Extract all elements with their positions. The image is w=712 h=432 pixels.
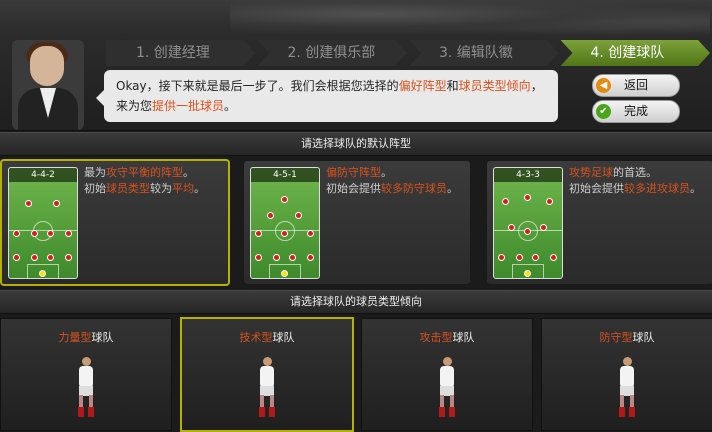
player-figure-icon xyxy=(252,357,282,419)
player-figure-icon xyxy=(71,357,101,419)
team-type-technical[interactable]: 技术型球队 xyxy=(180,317,354,432)
formation-description: 最为攻守平衡的阵型。 初始球员类型较为平均。 xyxy=(84,166,205,195)
step-create-club: 2. 创建俱乐部 xyxy=(257,40,407,66)
back-arrow-icon: ◀ xyxy=(596,78,611,93)
formation-card-442[interactable]: 4-4-2 最为攻守平衡的阵型。 初始球员类型较为平均。 xyxy=(0,159,230,286)
pitch-diagram-442: 4-4-2 xyxy=(8,167,78,279)
pitch-diagram-433: 4-3-3 xyxy=(493,167,563,279)
pitch-diagram-451: 4-5-1 xyxy=(250,167,320,279)
formation-section-title: 请选择球队的默认阵型 xyxy=(0,132,712,156)
back-button[interactable]: ◀ 返回 xyxy=(592,74,680,97)
world-map-decoration xyxy=(230,0,710,36)
formation-description: 攻势足球的首选。 初始会提供较多进攻球员。 xyxy=(569,166,701,195)
step-create-manager: 1. 创建经理 xyxy=(106,40,256,66)
formation-card-433[interactable]: 4-3-3 攻势足球的首选。 初始会提供较多进攻球员。 xyxy=(486,160,712,285)
top-bar xyxy=(0,0,712,36)
manager-speech-bubble: Okay，接下来就是最后一步了。我们会根据您选择的偏好阵型和球员类型倾向，来为您… xyxy=(96,70,558,122)
player-figure-icon xyxy=(612,357,642,419)
step-edit-badge: 3. 编辑队徽 xyxy=(409,40,559,66)
formation-description: 偏防守阵型。 初始会提供较多防守球员。 xyxy=(326,166,458,195)
done-button[interactable]: ✔ 完成 xyxy=(592,100,680,123)
player-figure-icon xyxy=(432,357,462,419)
team-type-power[interactable]: 力量型球队 xyxy=(0,318,172,431)
wizard-steps: 1. 创建经理 2. 创建俱乐部 3. 编辑队徽 4. 创建球队 xyxy=(106,40,712,66)
step-create-team: 4. 创建球队 xyxy=(560,40,710,66)
team-type-defensive[interactable]: 防守型球队 xyxy=(541,318,712,431)
manager-avatar xyxy=(12,40,84,130)
player-type-section-title: 请选择球队的球员类型倾向 xyxy=(0,290,712,314)
team-type-attacking[interactable]: 攻击型球队 xyxy=(361,318,533,431)
formation-card-451[interactable]: 4-5-1 偏防守阵型。 初始会提供较多防守球员。 xyxy=(243,160,471,285)
checkmark-icon: ✔ xyxy=(596,104,611,119)
